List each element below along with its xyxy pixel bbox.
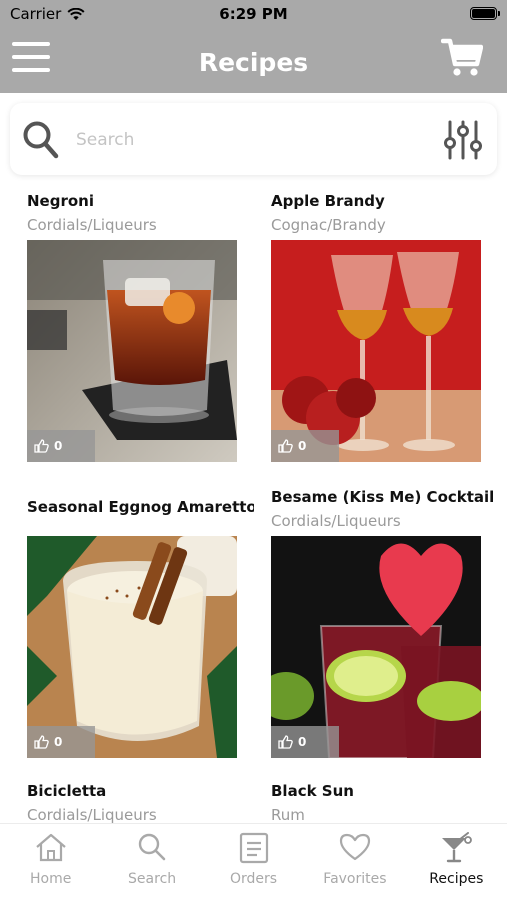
recipe-card-besame-cocktail[interactable]: Besame (Kiss Me) Cocktail Cordials/Lique… [254,480,494,762]
search-input[interactable] [76,126,416,154]
like-count: 0 [54,735,63,749]
recipe-name: Besame (Kiss Me) Cocktail [271,488,495,506]
like-count: 0 [298,439,307,453]
recipe-photo: 0 [271,240,481,462]
recipe-category: Cognac/Brandy [271,216,386,234]
page-title: Recipes [198,48,309,77]
shopping-cart-icon[interactable] [441,36,483,78]
thumbs-up-icon [34,439,49,453]
recipe-photo: 0 [27,536,237,758]
tab-label: Recipes [429,871,484,887]
heart-icon [339,833,371,861]
cocktail-glass-icon [442,832,473,863]
tab-bar: Home Search Orders Favorites Recipes [0,823,507,900]
tab-label: Search [128,871,177,887]
recipe-category: Rum [271,806,305,824]
tab-favorites[interactable]: Favorites [304,824,405,900]
recipe-name: Apple Brandy [271,192,385,210]
recipe-card-apple-brandy[interactable]: Apple Brandy Cognac/Brandy 0 [254,184,482,466]
thumbs-up-icon [278,735,293,749]
like-badge[interactable]: 0 [27,430,95,462]
like-badge[interactable]: 0 [271,726,339,758]
thumbs-up-icon [278,439,293,453]
like-badge[interactable]: 0 [27,726,95,758]
recipe-name: Seasonal Eggnog Amaretto [27,498,257,516]
tab-search[interactable]: Search [101,824,202,900]
tab-label: Orders [229,871,278,887]
recipe-category: Cordials/Liqueurs [27,216,157,234]
recipe-photo: 0 [271,536,481,758]
tab-label: Favorites [323,871,387,887]
recipe-card-seasonal-eggnog-amaretto[interactable]: Seasonal Eggnog Amaretto 0 [10,480,257,762]
like-count: 0 [298,735,307,749]
sliders-filter-icon[interactable] [443,119,483,161]
battery-icon [470,7,500,20]
like-count: 0 [54,439,63,453]
tab-label: Home [30,871,72,887]
recipe-photo: 0 [27,240,237,462]
recipe-category: Cordials/Liqueurs [27,806,157,824]
home-icon [35,833,66,862]
thumbs-up-icon [34,735,49,749]
status-time: 6:29 PM [219,5,288,23]
search-icon [138,833,166,861]
status-bar: Carrier 6:29 PM [0,0,507,28]
tab-recipes[interactable]: Recipes [406,824,507,900]
search-bar [10,103,497,175]
recipe-card-negroni[interactable]: Negroni Cordials/Liqueurs 0 [10,184,238,466]
recipe-category: Cordials/Liqueurs [271,512,401,530]
recipes-screen: Carrier 6:29 PM Recipes Search Negroni C… [0,0,507,900]
recipe-name: Bicicletta [27,782,107,800]
recipe-name: Black Sun [271,782,354,800]
tab-orders[interactable]: Orders [203,824,304,900]
recipe-name: Negroni [27,192,94,210]
tab-home[interactable]: Home [0,824,101,900]
like-badge[interactable]: 0 [271,430,339,462]
orders-list-icon [239,832,268,864]
search-icon [23,121,59,159]
nav-bar: Recipes [0,28,507,93]
